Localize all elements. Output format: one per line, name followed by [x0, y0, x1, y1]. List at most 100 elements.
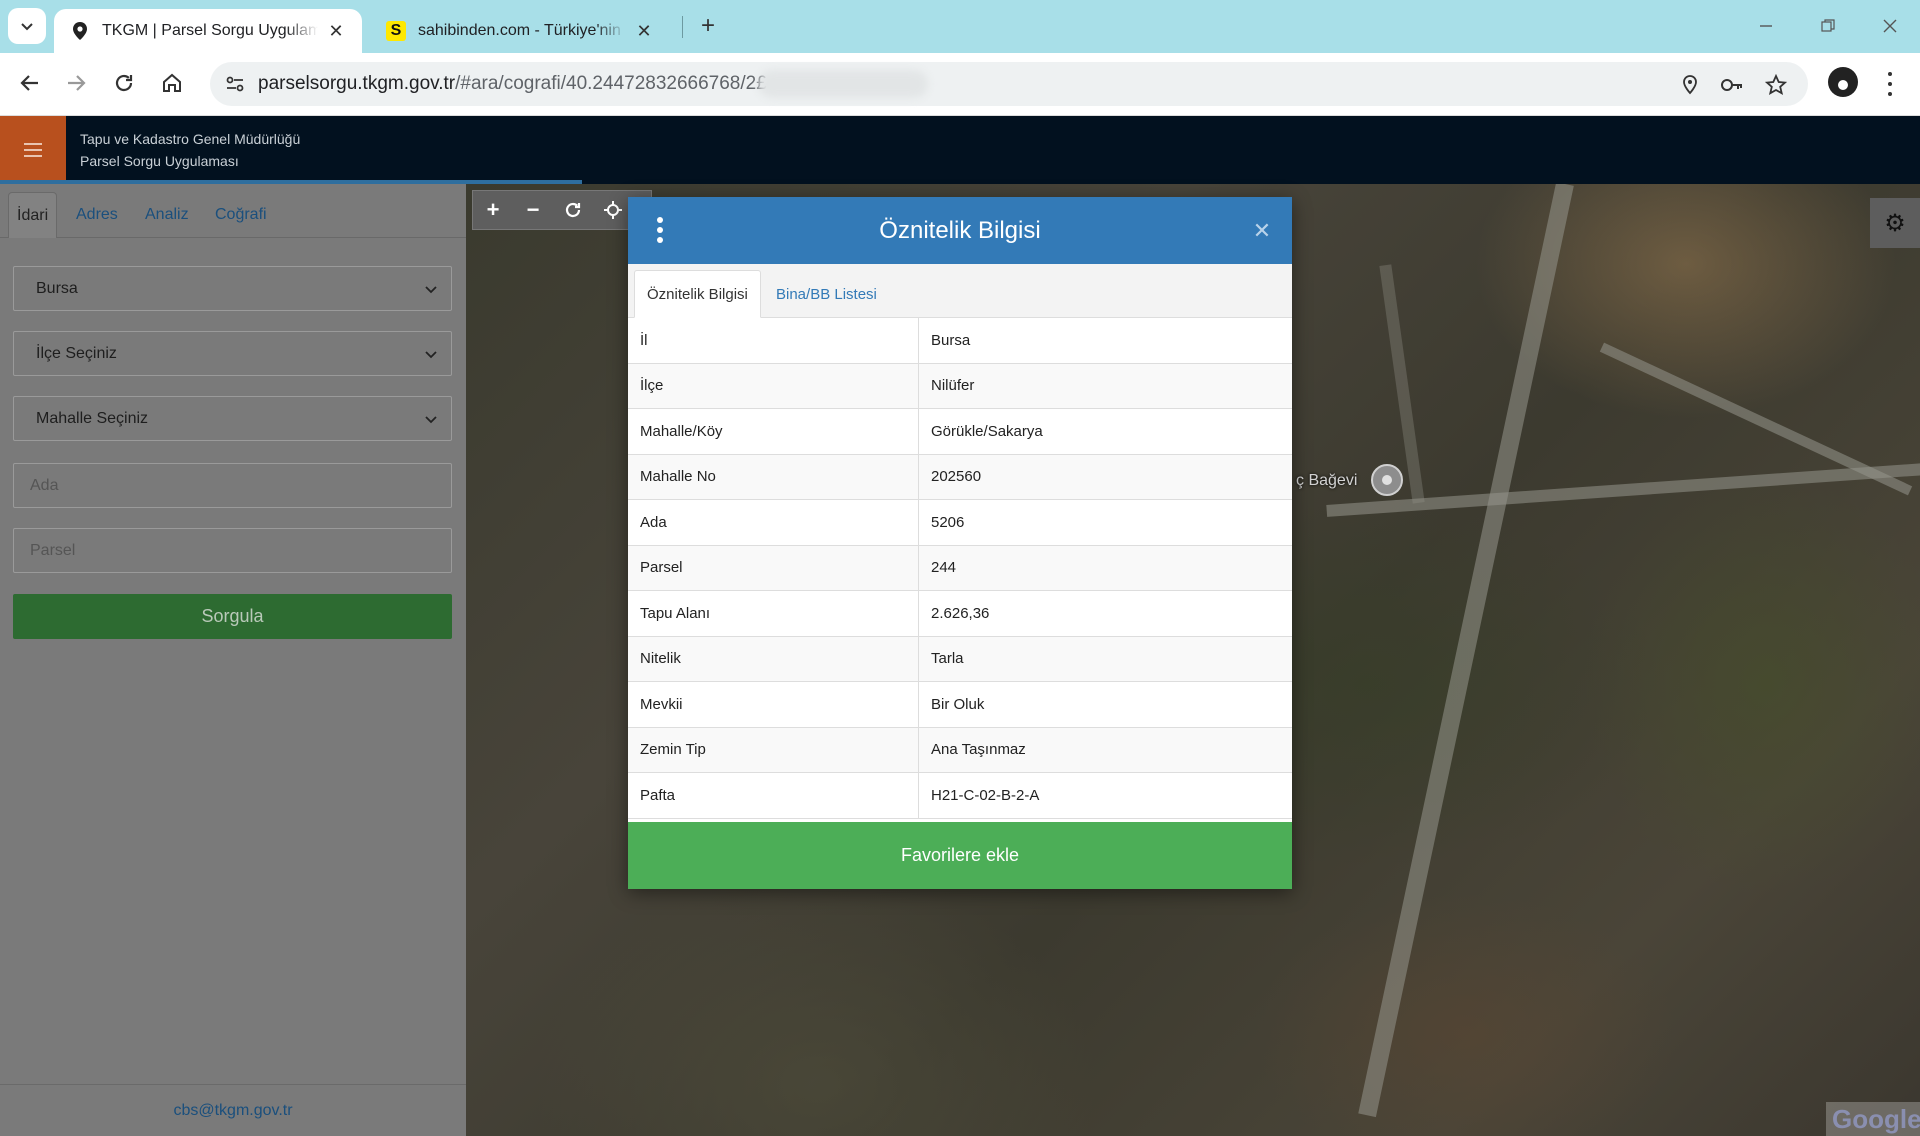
ada-input[interactable]: Ada — [13, 463, 452, 508]
tab-building-list[interactable]: Bina/BB Listesi — [764, 270, 889, 318]
attribute-value: H21-C-02-B-2-A — [931, 786, 1040, 804]
restore-icon[interactable] — [1808, 12, 1848, 40]
site-info-icon[interactable] — [224, 73, 246, 100]
table-row: Ada 5206 — [628, 500, 1292, 546]
table-row: Parsel 244 — [628, 545, 1292, 591]
app-name: Parsel Sorgu Uygulaması — [80, 153, 239, 169]
province-value: Bursa — [36, 279, 78, 297]
add-to-favorites-button[interactable]: Favorilere ekle — [628, 822, 1292, 889]
tab-sahibinden[interactable]: S sahibinden.com - Türkiye'nin Online ✕ — [370, 9, 670, 53]
table-row: Mahalle No 202560 — [628, 454, 1292, 500]
url-host: parselsorgu.tkgm.gov.tr — [258, 73, 456, 94]
close-tab-icon[interactable]: ✕ — [634, 21, 654, 41]
neighborhood-value: Mahalle Seçiniz — [36, 409, 149, 427]
refresh-icon[interactable] — [553, 190, 593, 230]
attribute-key: Mahalle No — [628, 454, 919, 499]
url-text: parselsorgu.tkgm.gov.tr/#ara/cografi/40.… — [258, 73, 767, 95]
tab-attribute-info[interactable]: Öznitelik Bilgisi — [634, 270, 761, 318]
forward-arrow-icon[interactable] — [60, 67, 92, 99]
tab-title: TKGM | Parsel Sorgu Uygulaması — [102, 22, 318, 39]
minimize-icon[interactable] — [1746, 12, 1786, 40]
sahibinden-favicon: S — [386, 21, 406, 41]
map-attribution: Google — [1826, 1102, 1920, 1136]
footer-email-link[interactable]: cbs@tkgm.gov.tr — [0, 1084, 466, 1136]
settings-gear-icon[interactable]: ⚙ — [1870, 198, 1920, 248]
new-tab-plus-icon[interactable]: + — [694, 12, 722, 40]
profile-avatar[interactable] — [1828, 67, 1858, 97]
attribute-value: Bir Oluk — [931, 695, 985, 713]
tab-adres[interactable]: Adres — [68, 192, 126, 238]
query-button[interactable]: Sorgula — [13, 594, 452, 639]
url-path: /#ara/cografi/40.24472832666768/2£ — [455, 73, 767, 94]
browser-tab-bar: TKGM | Parsel Sorgu Uygulaması ✕ S sahib… — [0, 0, 1920, 53]
attribute-value: Tarla — [931, 650, 964, 668]
attribute-key: İl — [628, 318, 919, 363]
app-title: Tapu ve Kadastro Genel Müdürlüğü Parsel … — [80, 128, 300, 172]
attribute-key: Mahalle/Köy — [628, 409, 919, 454]
map-toolbar: + − — [472, 190, 652, 230]
browser-toolbar: parselsorgu.tkgm.gov.tr/#ara/cografi/40.… — [0, 53, 1920, 116]
back-arrow-icon[interactable] — [14, 67, 46, 99]
chevron-down-icon — [425, 351, 437, 359]
attribute-info-dialog: Öznitelik Bilgisi ✕ Öznitelik Bilgisi Bi… — [628, 197, 1292, 889]
close-icon[interactable]: ✕ — [1248, 217, 1276, 245]
attribute-value: Nilüfer — [931, 377, 975, 395]
attribute-key: İlçe — [628, 363, 919, 408]
query-panel: İdari Adres Analiz Coğrafi Bursa İlçe Se… — [0, 184, 466, 1136]
tab-idari[interactable]: İdari — [8, 192, 58, 238]
zoom-out-icon[interactable]: − — [513, 190, 553, 230]
close-tab-icon[interactable]: ✕ — [326, 21, 346, 41]
attribute-value: 2.626,36 — [931, 604, 990, 622]
attribute-key: Mevkii — [628, 682, 919, 727]
district-select[interactable]: İlçe Seçiniz — [13, 331, 452, 376]
tab-title: sahibinden.com - Türkiye'nin Online — [418, 22, 626, 39]
dialog-tabs: Öznitelik Bilgisi Bina/BB Listesi — [628, 264, 1292, 318]
hamburger-menu-icon[interactable] — [0, 116, 66, 184]
district-value: İlçe Seçiniz — [36, 344, 117, 362]
table-row: Nitelik Tarla — [628, 636, 1292, 682]
location-pin-icon — [70, 21, 90, 41]
password-key-icon[interactable] — [1720, 73, 1744, 97]
url-blurred-region — [758, 70, 928, 98]
parsel-input[interactable]: Parsel — [13, 528, 452, 573]
attribute-key: Ada — [628, 500, 919, 545]
dialog-header: Öznitelik Bilgisi ✕ — [628, 197, 1292, 264]
table-row: Pafta H21-C-02-B-2-A — [628, 773, 1292, 819]
location-icon[interactable] — [1678, 73, 1702, 97]
table-row: İlçe Nilüfer — [628, 363, 1292, 409]
poi-marker-icon[interactable] — [1371, 464, 1403, 496]
query-tabs: İdari Adres Analiz Coğrafi — [0, 184, 466, 238]
chevron-down-icon — [425, 286, 437, 294]
tab-analiz[interactable]: Analiz — [137, 192, 197, 238]
reload-icon[interactable] — [108, 67, 140, 99]
attribute-key: Nitelik — [628, 636, 919, 681]
table-row: Tapu Alanı 2.626,36 — [628, 591, 1292, 637]
home-icon[interactable] — [156, 67, 188, 99]
close-window-icon[interactable] — [1870, 12, 1910, 40]
table-row: Zemin Tip Ana Taşınmaz — [628, 727, 1292, 773]
attribute-value: 244 — [931, 559, 957, 577]
attribute-value: Görükle/Sakarya — [931, 422, 1043, 440]
crosshair-icon[interactable] — [593, 190, 633, 230]
poi-label: ç Bağevi — [1296, 472, 1358, 489]
province-select[interactable]: Bursa — [13, 266, 452, 311]
tab-search-button[interactable] — [8, 8, 46, 44]
tab-cografi[interactable]: Coğrafi — [207, 192, 275, 238]
address-bar[interactable]: parselsorgu.tkgm.gov.tr/#ara/cografi/40.… — [210, 62, 1808, 106]
zoom-in-icon[interactable]: + — [473, 190, 513, 230]
bookmark-star-icon[interactable] — [1764, 73, 1788, 97]
attribute-key: Pafta — [628, 773, 919, 818]
table-row: Mevkii Bir Oluk — [628, 682, 1292, 728]
attribute-table: İl Bursa İlçe Nilüfer Mahalle/Köy Görükle/S… — [628, 318, 1292, 819]
org-name: Tapu ve Kadastro Genel Müdürlüğü — [80, 131, 301, 147]
attribute-value: 5206 — [931, 513, 965, 531]
tab-tkgm[interactable]: TKGM | Parsel Sorgu Uygulaması ✕ — [54, 9, 362, 53]
attribute-value: Bursa — [931, 331, 971, 349]
table-row: Mahalle/Köy Görükle/Sakarya — [628, 409, 1292, 455]
browser-menu-icon[interactable] — [1878, 69, 1902, 99]
dialog-title: Öznitelik Bilgisi — [879, 216, 1041, 244]
neighborhood-select[interactable]: Mahalle Seçiniz — [13, 396, 452, 441]
attribute-key: Tapu Alanı — [628, 591, 919, 636]
vertical-dots-menu-icon[interactable] — [654, 217, 666, 243]
chevron-down-icon — [21, 23, 33, 31]
